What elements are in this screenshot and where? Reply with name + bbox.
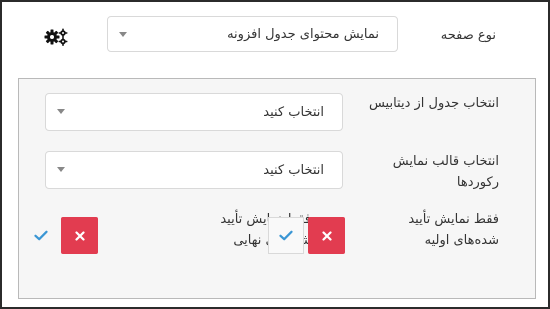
database-table-label: انتخاب جدول از دیتابیس bbox=[368, 96, 499, 111]
page-type-label: نوع صفحه bbox=[440, 28, 496, 43]
page-type-select[interactable]: نمایش محتوای جدول افزونه bbox=[107, 16, 398, 52]
initial-approved-accept-button[interactable] bbox=[268, 217, 304, 254]
record-template-value: انتخاب کنید bbox=[263, 162, 324, 178]
final-approved-reject-button[interactable] bbox=[61, 217, 98, 254]
caret-down-icon bbox=[57, 167, 65, 172]
record-template-label: انتخاب قالب نمایش رکوردها bbox=[392, 154, 499, 190]
close-icon bbox=[321, 230, 332, 241]
caret-down-icon bbox=[57, 109, 65, 114]
close-icon bbox=[74, 230, 85, 241]
database-table-select[interactable]: انتخاب کنید bbox=[45, 93, 343, 131]
check-icon bbox=[34, 230, 48, 241]
page-frame: نمایش محتوای جدول افزونه نوع صفحه انتخاب… bbox=[0, 0, 550, 309]
caret-down-icon bbox=[119, 32, 127, 37]
gears-icon[interactable] bbox=[44, 28, 68, 46]
settings-panel: انتخاب جدول از دیتابیس انتخاب کنید انتخا… bbox=[18, 78, 536, 299]
database-table-value: انتخاب کنید bbox=[263, 104, 324, 120]
check-icon bbox=[279, 230, 293, 241]
record-template-select[interactable]: انتخاب کنید bbox=[45, 151, 343, 189]
initial-approved-reject-button[interactable] bbox=[308, 217, 345, 254]
initial-approved-label: فقط نمایش تأیید شده‌های اولیه bbox=[408, 212, 499, 248]
page-type-value: نمایش محتوای جدول افزونه bbox=[227, 26, 379, 42]
final-approved-accept-button[interactable] bbox=[23, 217, 59, 254]
